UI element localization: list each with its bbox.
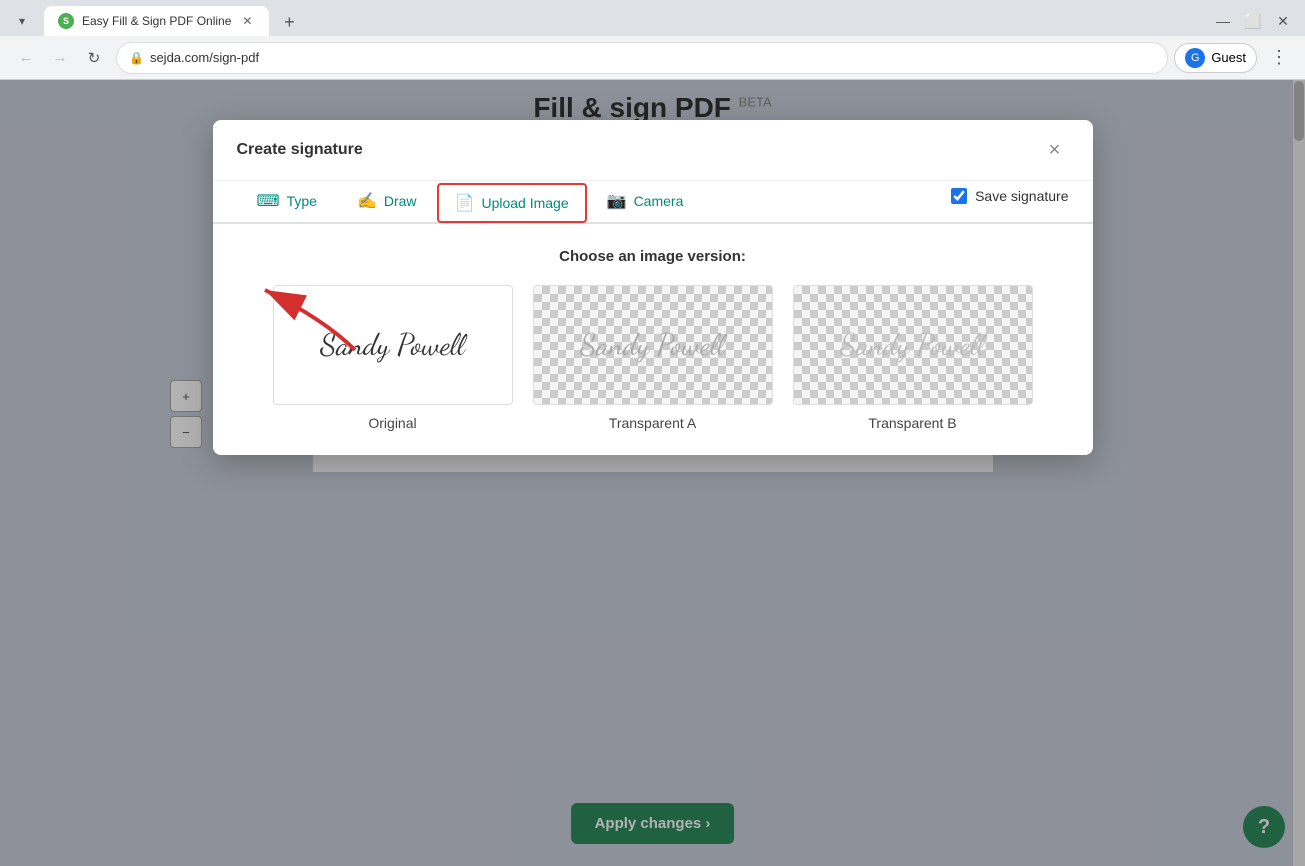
- tab-draw[interactable]: ✍ Draw: [337, 181, 437, 224]
- nav-buttons: ← → ↻: [10, 42, 110, 74]
- create-signature-modal: Create signature × ⌨ Type ✍ Draw 📄 Up: [213, 120, 1093, 455]
- signature-option-transparent-b[interactable]: Sandy Powell Transparent B: [793, 285, 1033, 431]
- modal-header: Create signature ×: [213, 120, 1093, 181]
- new-tab-button[interactable]: +: [275, 8, 303, 36]
- tab-title: Easy Fill & Sign PDF Online: [82, 14, 231, 28]
- choose-version-title: Choose an image version:: [237, 248, 1069, 265]
- address-bar[interactable]: 🔒 sejda.com/sign-pdf: [116, 42, 1168, 74]
- signature-preview-transparent-b: Sandy Powell: [793, 285, 1033, 405]
- signature-option-transparent-a[interactable]: Sandy Powell Transparent A: [533, 285, 773, 431]
- tab-favicon: S: [58, 13, 74, 29]
- tab-type-label: Type: [287, 193, 317, 209]
- save-signature-label: Save signature: [975, 188, 1068, 204]
- signature-preview-original: Sandy Powell: [273, 285, 513, 405]
- tab-close-button[interactable]: ✕: [239, 13, 255, 29]
- tab-type[interactable]: ⌨ Type: [237, 181, 337, 224]
- browser-menu-button[interactable]: ⋮: [1263, 42, 1295, 74]
- tab-list-button[interactable]: ▾: [8, 7, 36, 35]
- modal-body: Choose an image version:: [213, 224, 1093, 455]
- address-text: sejda.com/sign-pdf: [150, 50, 1155, 65]
- account-button[interactable]: G Guest: [1174, 43, 1257, 73]
- reload-button[interactable]: ↻: [78, 42, 110, 74]
- browser-toolbar: ← → ↻ 🔒 sejda.com/sign-pdf G Guest ⋮: [0, 36, 1305, 80]
- tab-upload-label: Upload Image: [481, 195, 568, 211]
- save-signature-checkbox[interactable]: [951, 188, 967, 204]
- option-label-original: Original: [368, 415, 416, 431]
- tab-camera[interactable]: 📷 Camera: [587, 181, 704, 224]
- signature-text-transparent-a: Sandy Powell: [580, 327, 724, 363]
- lock-icon: 🔒: [129, 51, 144, 65]
- modal-title: Create signature: [237, 141, 363, 159]
- signature-text-original: Sandy Powell: [320, 327, 464, 363]
- signature-text-transparent-b: Sandy Powell: [840, 327, 984, 363]
- tab-camera-label: Camera: [634, 193, 684, 209]
- account-label: Guest: [1211, 50, 1246, 65]
- option-label-transparent-b: Transparent B: [868, 415, 956, 431]
- tab-upload-image[interactable]: 📄 Upload Image: [437, 183, 587, 223]
- signature-options-container: Sandy Powell Original Sandy Powell Trans…: [237, 285, 1069, 431]
- signature-option-original[interactable]: Sandy Powell Original: [273, 285, 513, 431]
- account-icon: G: [1185, 48, 1205, 68]
- draw-icon: ✍: [357, 191, 377, 211]
- option-label-transparent-a: Transparent A: [609, 415, 696, 431]
- modal-close-button[interactable]: ×: [1041, 136, 1069, 164]
- tab-draw-label: Draw: [384, 193, 417, 209]
- forward-button[interactable]: →: [44, 42, 76, 74]
- signature-preview-transparent-a: Sandy Powell: [533, 285, 773, 405]
- upload-icon: 📄: [455, 193, 475, 213]
- keyboard-icon: ⌨: [257, 191, 280, 211]
- maximize-button[interactable]: ⬜: [1239, 7, 1267, 35]
- save-signature-section: Save signature: [951, 188, 1068, 216]
- close-window-button[interactable]: ✕: [1269, 7, 1297, 35]
- browser-tab-active[interactable]: S Easy Fill & Sign PDF Online ✕: [44, 6, 269, 36]
- modal-tabs-row: ⌨ Type ✍ Draw 📄 Upload Image 📷 Camera: [213, 181, 1093, 224]
- browser-chrome: ▾ S Easy Fill & Sign PDF Online ✕ + — ⬜ …: [0, 0, 1305, 80]
- back-button[interactable]: ←: [10, 42, 42, 74]
- modal-overlay: Create signature × ⌨ Type ✍ Draw 📄 Up: [0, 80, 1305, 866]
- camera-icon: 📷: [607, 191, 627, 211]
- page-content: Fill & sign PDF BETA 1 With more than 10…: [0, 80, 1305, 866]
- minimize-button[interactable]: —: [1209, 7, 1237, 35]
- browser-titlebar: ▾ S Easy Fill & Sign PDF Online ✕ + — ⬜ …: [0, 0, 1305, 36]
